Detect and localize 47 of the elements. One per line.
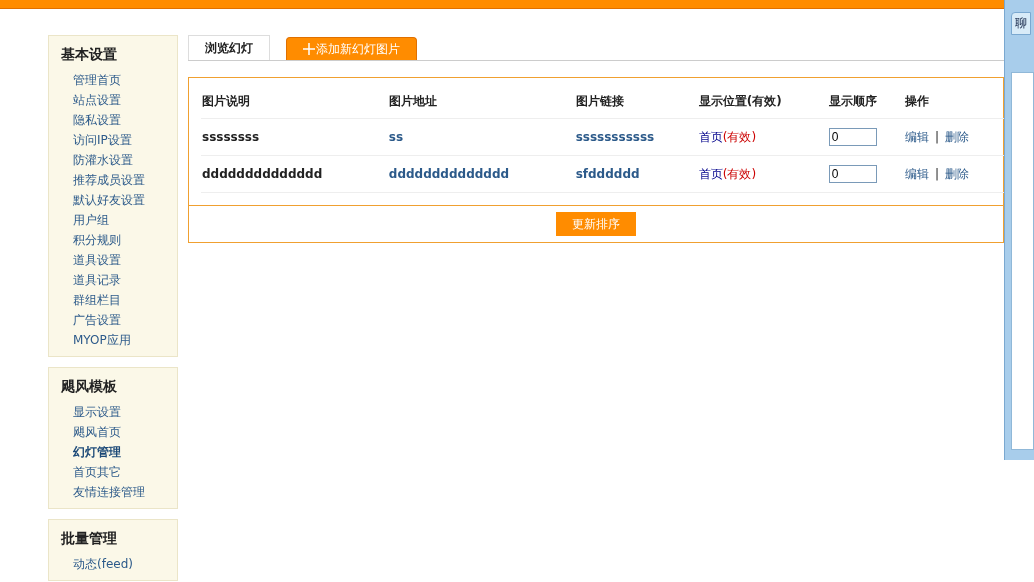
sidebar-item[interactable]: 显示设置 <box>61 402 177 422</box>
sidebar-item[interactable]: 动态(feed) <box>61 554 177 574</box>
sidebar-item[interactable]: 友情连接管理 <box>61 482 177 502</box>
tab[interactable]: 浏览幻灯 <box>188 35 270 60</box>
table-cell: sfdddddd <box>575 167 640 181</box>
separator: | <box>935 166 940 181</box>
sidebar-item[interactable]: 推荐成员设置 <box>61 170 177 190</box>
column-header: 图片说明 <box>201 84 388 119</box>
column-header: 显示顺序 <box>827 84 905 119</box>
sidebar-heading: 基本设置 <box>61 46 118 64</box>
delete-link[interactable]: 删除 <box>945 129 970 144</box>
edit-link[interactable]: 编辑 <box>905 129 930 144</box>
column-header: 图片地址 <box>387 84 575 119</box>
table-cell: ss <box>388 130 404 144</box>
delete-link[interactable]: 删除 <box>945 166 970 181</box>
table-cell: dddddddddddddd <box>388 167 510 181</box>
table-cell: dddddddddddddd <box>202 167 323 181</box>
sidebar-item[interactable]: 首页其它 <box>61 462 177 482</box>
chat-tab[interactable]: 聊 <box>1011 12 1031 35</box>
sidebar-item[interactable]: 飓风首页 <box>61 422 177 442</box>
sidebar-item[interactable]: 访问IP设置 <box>61 130 177 150</box>
sidebar-item[interactable]: 防灌水设置 <box>61 150 177 170</box>
plus-icon <box>303 43 315 55</box>
order-input[interactable]: 0 <box>828 128 877 146</box>
table-cell: ssssssss <box>202 130 260 144</box>
edit-link[interactable]: 编辑 <box>905 166 930 181</box>
table-cell: sssssssssss <box>575 130 655 144</box>
sidebar-heading: 飓风模板 <box>61 378 118 396</box>
order-input[interactable]: 0 <box>828 165 877 183</box>
sidebar-item[interactable]: 道具设置 <box>61 250 177 270</box>
position-text: 首页(有效) <box>698 166 757 181</box>
column-header: 显示位置(有效) <box>697 84 828 119</box>
sidebar-item[interactable]: 幻灯管理 <box>61 442 177 462</box>
sidebar-item[interactable]: 用户组 <box>61 210 177 230</box>
sidebar-heading: 批量管理 <box>61 530 118 548</box>
sidebar-item[interactable]: 群组栏目 <box>61 290 177 310</box>
column-header: 图片链接 <box>574 84 698 119</box>
position-text: 首页(有效) <box>698 129 757 144</box>
sidebar-item[interactable]: MYOP应用 <box>61 330 177 350</box>
sidebar-item[interactable]: 站点设置 <box>61 90 177 110</box>
sidebar-item[interactable]: 隐私设置 <box>61 110 177 130</box>
sidebar-item[interactable]: 积分规则 <box>61 230 177 250</box>
sidebar-item[interactable]: 广告设置 <box>61 310 177 330</box>
sidebar-item[interactable]: 管理首页 <box>61 70 177 90</box>
sidebar-item[interactable]: 默认好友设置 <box>61 190 177 210</box>
separator: | <box>935 129 940 144</box>
sidebar-item[interactable]: 道具记录 <box>61 270 177 290</box>
